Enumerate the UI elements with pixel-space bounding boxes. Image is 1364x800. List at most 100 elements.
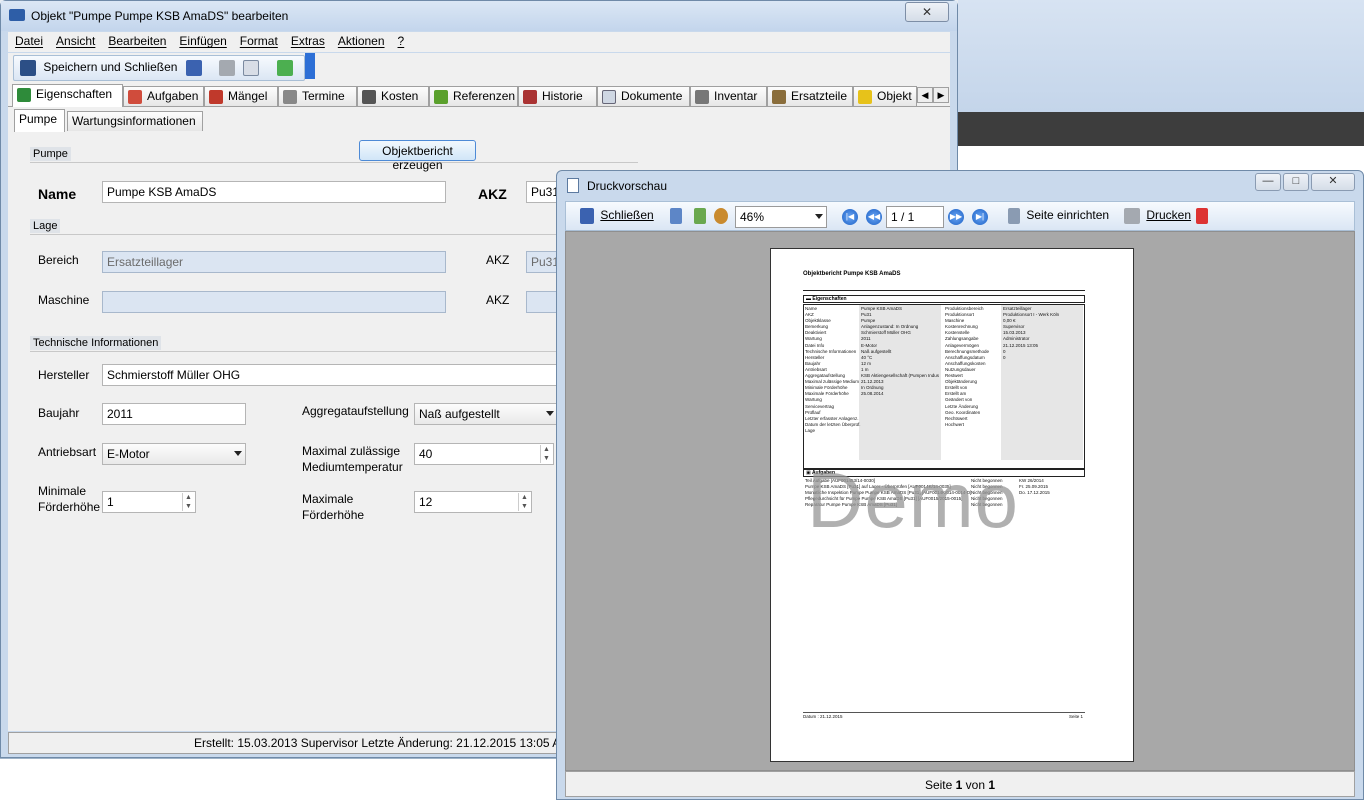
close-door-button[interactable]	[186, 60, 202, 78]
preview-window-title[interactable]: Druckvorschau	[587, 179, 667, 193]
tab-kosten[interactable]: Kosten	[357, 86, 429, 106]
tab-label: Eigenschaften	[36, 87, 113, 101]
zoom-button[interactable]	[714, 208, 728, 226]
objektbericht-button[interactable]: Objektbericht erzeugen	[359, 140, 476, 172]
report-footer-date: Datum : 21.12.2015	[803, 714, 843, 719]
single-page-button[interactable]	[670, 208, 682, 226]
tab-objekt[interactable]: Objekt	[853, 86, 917, 106]
bereich-field[interactable]: Ersatzteillager	[102, 251, 446, 273]
section-divider	[30, 234, 560, 235]
name-field[interactable]: Pumpe KSB AmaDS	[102, 181, 446, 203]
main-titlebar[interactable]: Objekt "Pumpe Pumpe KSB AmaDS" bearbeite…	[1, 1, 957, 31]
menu-ansicht[interactable]: Ansicht	[49, 32, 101, 48]
akz-label: AKZ	[478, 186, 507, 202]
baujahr-field[interactable]: 2011	[102, 403, 246, 425]
tab-label: Kosten	[381, 89, 419, 103]
main-close-button[interactable]: ✕	[905, 2, 949, 22]
status-page-prefix: Seite	[924, 778, 953, 792]
aggregat-combobox[interactable]: Naß aufgestellt	[414, 403, 558, 425]
report-footer-page: Seite 1	[1069, 714, 1084, 719]
tab-label: Referenzen	[453, 89, 516, 103]
report-prop-label: Letzter erfasster Anlagenz.	[805, 415, 859, 421]
akz2-label: AKZ	[486, 253, 510, 267]
menu-help[interactable]: ?	[391, 32, 411, 48]
first-page-button[interactable]: |◀	[842, 208, 858, 226]
background-app-bar	[958, 112, 1364, 146]
print-toolbar-button[interactable]: Drucken	[1124, 208, 1191, 226]
subtab-pumpe[interactable]: Pumpe	[14, 109, 65, 132]
floppy-disk-icon	[20, 60, 36, 76]
maschine-field[interactable]	[102, 291, 446, 313]
tab-referenzen[interactable]: Referenzen	[429, 86, 518, 106]
maximize-button[interactable]: □	[1283, 173, 1309, 191]
chevron-down-icon	[234, 451, 242, 456]
menu-extras[interactable]: Extras	[284, 32, 331, 48]
printer-icon	[219, 60, 235, 76]
pdf-export-button[interactable]	[1196, 208, 1208, 226]
spin-arrows-icon[interactable]: ▲ ▼	[182, 493, 194, 511]
zoom-select[interactable]: 46%	[735, 206, 827, 228]
subtab-wartungsinformationen[interactable]: Wartungsinformationen	[67, 111, 203, 131]
menu-bearbeiten[interactable]: Bearbeiten	[101, 32, 172, 48]
tab-label: Historie	[542, 89, 583, 103]
demo-watermark: Demo	[807, 456, 1020, 544]
report-page: Objektbericht Pumpe KSB AmaDS ▬ Eigensch…	[770, 248, 1134, 762]
prev-page-button[interactable]: ◀◀	[866, 208, 882, 226]
tab-scroll-right[interactable]: ▶	[933, 87, 949, 103]
tab-dokumente[interactable]: Dokumente	[597, 86, 690, 106]
antriebsart-combobox[interactable]: E-Motor	[102, 443, 246, 465]
magnifier-icon	[714, 208, 728, 224]
tab-ersatzteile[interactable]: Ersatzteile	[767, 86, 853, 106]
preview-close-button[interactable]: ✕	[1311, 173, 1355, 191]
chevron-down-icon	[815, 214, 823, 219]
preview-canvas[interactable]: Objektbericht Pumpe KSB AmaDS ▬ Eigensch…	[565, 231, 1355, 771]
preview-close-toolbar-button[interactable]: Schließen	[580, 208, 654, 226]
minimize-button[interactable]: —	[1255, 173, 1281, 191]
next-page-button[interactable]: ▶▶	[948, 208, 964, 226]
menu-einfuegen[interactable]: Einfügen	[172, 32, 232, 48]
save-close-button[interactable]: Speichern und Schließen	[20, 60, 177, 78]
report-section-eigenschaften: ▬ Eigenschaften	[803, 295, 1085, 303]
report-prop-label: Datum der letzten Überprüf.	[805, 421, 861, 427]
last-page-button[interactable]: ▶|	[972, 208, 988, 226]
spin-arrows-icon[interactable]: ▲ ▼	[540, 445, 552, 463]
zoom-value: 46%	[740, 210, 765, 224]
max-medium-stepper[interactable]: 40 ▲ ▼	[414, 443, 554, 465]
calendar-icon	[283, 89, 297, 104]
tab-termine[interactable]: Termine	[278, 86, 357, 106]
tab-historie[interactable]: Historie	[518, 86, 597, 106]
fit-page-button[interactable]	[694, 208, 706, 226]
tab-aufgaben[interactable]: Aufgaben	[123, 86, 204, 106]
print-preview-button[interactable]	[243, 60, 259, 78]
refresh-button[interactable]	[277, 60, 293, 78]
tab-inventar[interactable]: Inventar	[690, 86, 767, 106]
inventory-icon	[695, 89, 709, 104]
first-page-icon: |◀	[842, 209, 858, 225]
print-button[interactable]	[219, 60, 235, 78]
menu-aktionen[interactable]: Aktionen	[331, 32, 391, 48]
max-medium-label-1: Maximal zulässige	[302, 444, 401, 458]
toolbar-strip: Speichern und Schließen	[13, 55, 305, 81]
hersteller-field[interactable]: Schmierstoff Müller OHG	[102, 364, 562, 386]
report-title: Objektbericht Pumpe KSB AmaDS	[803, 271, 901, 277]
max-foerder-stepper[interactable]: 12 ▲ ▼	[414, 491, 532, 513]
tab-eigenschaften[interactable]: Eigenschaften	[12, 84, 123, 107]
main-toolbar: Speichern und Schließen	[8, 53, 950, 81]
section-lage: Lage	[30, 219, 61, 233]
report-col-values-left: Pumpe KSB AmaDS Pu31 Pumpe Anlagenzustand: …	[861, 306, 939, 397]
page-setup-button[interactable]: Seite einrichten	[1008, 208, 1109, 226]
tab-scroll-left[interactable]: ◀	[917, 87, 933, 103]
tab-maengel[interactable]: Mängel	[204, 86, 278, 106]
status-page-current: 1	[955, 778, 963, 792]
properties-icon	[17, 87, 31, 102]
history-icon	[523, 89, 537, 104]
page-number-field[interactable]: 1 / 1	[886, 206, 944, 228]
fit-page-icon	[694, 208, 706, 224]
menu-format[interactable]: Format	[233, 32, 284, 48]
menu-datei[interactable]: Datei	[8, 32, 49, 48]
report-section-label: Eigenschaften	[812, 296, 847, 302]
status-page-total: 1	[988, 778, 996, 792]
min-foerder-stepper[interactable]: 1 ▲ ▼	[102, 491, 196, 513]
report-footer-rule	[803, 712, 1085, 713]
spin-arrows-icon[interactable]: ▲ ▼	[518, 493, 530, 511]
